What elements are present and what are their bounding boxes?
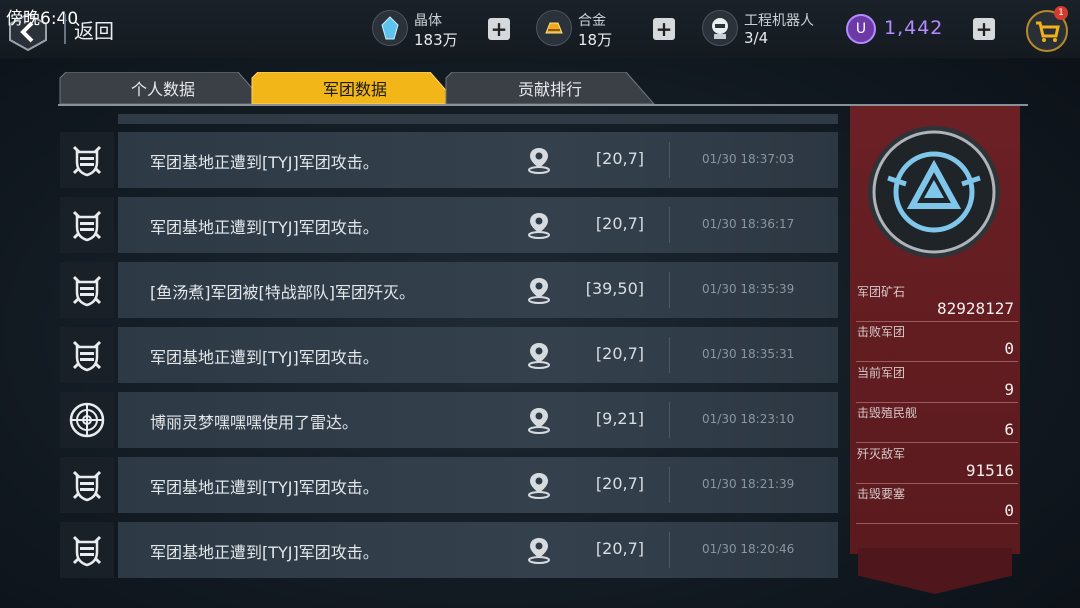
crossed-swords-shield-icon	[60, 457, 114, 513]
add-alloy-button[interactable]: +	[653, 18, 675, 40]
location-pin-icon[interactable]	[526, 341, 552, 373]
panel-banner-tail	[858, 548, 1012, 594]
location-pin-icon[interactable]	[526, 276, 552, 308]
event-row[interactable]: 军团基地正遭到[TYJ]军团攻击。 [20,7] 01/30 18:37:03	[60, 132, 838, 188]
cart-notification-badge: 1	[1054, 6, 1068, 20]
crossed-swords-shield-icon	[60, 197, 114, 253]
crossed-swords-shield-icon	[60, 522, 114, 578]
event-coordinates[interactable]: [20,7]	[560, 539, 644, 558]
event-coordinates[interactable]: [20,7]	[560, 214, 644, 233]
event-message: 博丽灵梦嘿嘿嘿使用了雷达。	[150, 413, 359, 432]
event-message: 军团基地正遭到[TYJ]军团攻击。	[150, 218, 379, 237]
event-row[interactable]: 博丽灵梦嘿嘿嘿使用了雷达。 [9,21] 01/30 18:23:10	[60, 392, 838, 448]
add-premium-button[interactable]: +	[973, 18, 995, 40]
event-row[interactable]: 军团基地正遭到[TYJ]军团攻击。 [20,7] 01/30 18:20:46	[60, 522, 838, 578]
crossed-swords-shield-icon	[60, 132, 114, 188]
crystal-value: 183万	[414, 31, 458, 49]
stat-label: 当前军团	[857, 366, 906, 380]
stat-label: 歼灭敌军	[857, 447, 906, 461]
event-divider	[669, 337, 670, 373]
event-log-list[interactable]: 军团基地正遭到[TYJ]军团攻击。 [20,7] 01/30 18:37:03 军团基…	[60, 114, 840, 594]
alloy-value: 18万	[578, 31, 613, 49]
stat-value: 9	[1004, 380, 1014, 399]
crystal-name: 晶体	[414, 13, 442, 29]
stat-value: 0	[1004, 501, 1014, 520]
alloy-icon	[536, 10, 572, 46]
back-divider	[64, 14, 66, 44]
tab-legion-data-label: 军团数据	[322, 80, 387, 99]
alloy-name: 合金	[578, 13, 606, 29]
stat-label: 击毁殖民舰	[857, 406, 918, 420]
add-crystal-button[interactable]: +	[488, 18, 510, 40]
event-timestamp: 01/30 18:36:17	[702, 217, 795, 231]
event-timestamp: 01/30 18:35:39	[702, 282, 795, 296]
event-row[interactable]: 军团基地正遭到[TYJ]军团攻击。 [20,7] 01/30 18:21:39	[60, 457, 838, 513]
status-clock: 傍晚6:40	[6, 9, 79, 29]
event-message: 军团基地正遭到[TYJ]军团攻击。	[150, 153, 379, 172]
stat-value: 6	[1004, 420, 1014, 439]
stat-divider	[856, 442, 1018, 443]
location-pin-icon[interactable]	[526, 146, 552, 178]
tab-bar: 个人数据 军团数据 贡献排行	[58, 72, 1028, 106]
tab-contribution-ranking-label: 贡献排行	[517, 80, 582, 99]
tab-contribution-ranking[interactable]: 贡献排行	[444, 72, 656, 104]
list-item-partial	[118, 114, 838, 124]
event-coordinates[interactable]: [20,7]	[560, 344, 644, 363]
stat-divider	[856, 321, 1018, 322]
event-timestamp: 01/30 18:21:39	[702, 477, 795, 491]
legion-emblem-icon	[866, 124, 1002, 260]
stat-label: 击败军团	[857, 325, 906, 339]
tab-legion-data[interactable]: 军团数据	[250, 72, 460, 104]
event-timestamp: 01/30 18:23:10	[702, 412, 795, 426]
stat-divider	[856, 402, 1018, 403]
top-bar: 傍晚6:40 返回 晶体 183万 + 合金 18万 + 工程机器人 3/4 U…	[0, 0, 1080, 58]
event-coordinates[interactable]: [20,7]	[560, 474, 644, 493]
stat-divider	[856, 483, 1018, 484]
location-pin-icon[interactable]	[526, 406, 552, 438]
event-message: 军团基地正遭到[TYJ]军团攻击。	[150, 478, 379, 497]
stat-label: 军团矿石	[857, 285, 906, 299]
robot-name: 工程机器人	[744, 13, 814, 29]
crystal-icon	[372, 10, 408, 46]
stat-label: 击毁要塞	[857, 487, 906, 501]
event-divider	[669, 142, 670, 178]
stat-value: 82928127	[936, 299, 1014, 318]
event-row[interactable]: 军团基地正遭到[TYJ]军团攻击。 [20,7] 01/30 18:35:31	[60, 327, 838, 383]
premium-currency-icon: U	[846, 14, 876, 44]
robot-icon	[702, 10, 738, 46]
event-message: 军团基地正遭到[TYJ]军团攻击。	[150, 543, 379, 562]
event-coordinates[interactable]: [39,50]	[560, 279, 644, 298]
event-message: 军团基地正遭到[TYJ]军团攻击。	[150, 348, 379, 367]
event-divider	[669, 532, 670, 568]
stat-value: 0	[1004, 339, 1014, 358]
tab-personal-data[interactable]: 个人数据	[58, 72, 268, 104]
event-timestamp: 01/30 18:37:03	[702, 152, 795, 166]
crossed-swords-shield-icon	[60, 327, 114, 383]
premium-currency-value: 1,442	[884, 17, 944, 39]
event-coordinates[interactable]: [9,21]	[560, 409, 644, 428]
event-coordinates[interactable]: [20,7]	[560, 149, 644, 168]
event-row[interactable]: [鱼汤煮]军团被[特战部队]军团歼灭。 [39,50] 01/30 18:35:39	[60, 262, 838, 318]
event-message: [鱼汤煮]军团被[特战部队]军团歼灭。	[150, 283, 415, 302]
robot-value: 3/4	[744, 29, 769, 47]
stat-divider	[856, 523, 1018, 524]
event-row[interactable]: 军团基地正遭到[TYJ]军团攻击。 [20,7] 01/30 18:36:17	[60, 197, 838, 253]
radar-icon	[60, 392, 114, 448]
event-divider	[669, 207, 670, 243]
event-timestamp: 01/30 18:20:46	[702, 542, 795, 556]
stat-value: 91516	[965, 461, 1014, 480]
location-pin-icon[interactable]	[526, 211, 552, 243]
event-divider	[669, 467, 670, 503]
crossed-swords-shield-icon	[60, 262, 114, 318]
event-divider	[669, 402, 670, 438]
stat-divider	[856, 361, 1018, 362]
event-divider	[669, 272, 670, 308]
event-timestamp: 01/30 18:35:31	[702, 347, 795, 361]
back-label[interactable]: 返回	[74, 15, 114, 44]
location-pin-icon[interactable]	[526, 471, 552, 503]
location-pin-icon[interactable]	[526, 536, 552, 568]
tab-personal-data-label: 个人数据	[130, 80, 195, 99]
